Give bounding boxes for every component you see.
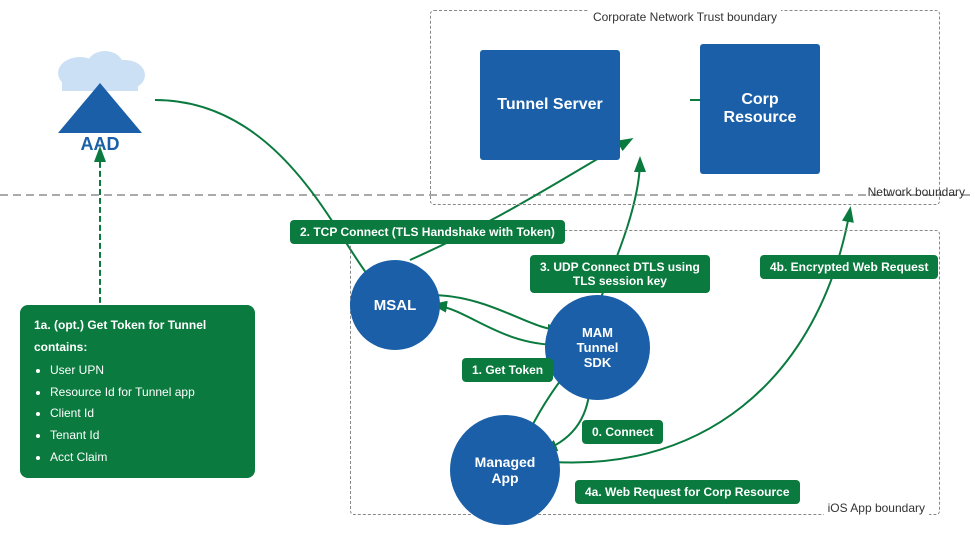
managed-app-circle: ManagedApp bbox=[450, 415, 560, 525]
network-boundary-label: Network boundary bbox=[868, 185, 965, 199]
info-box-item-1: User UPN bbox=[50, 360, 241, 382]
tunnel-server-box: Tunnel Server bbox=[480, 50, 620, 160]
corp-boundary-label: Corporate Network Trust boundary bbox=[589, 10, 781, 24]
info-box-list: User UPN Resource Id for Tunnel app Clie… bbox=[50, 360, 241, 468]
aad-node: AAD bbox=[30, 20, 170, 160]
aad-icon bbox=[40, 43, 160, 138]
ios-boundary-label: iOS App boundary bbox=[824, 501, 929, 515]
diagram: Corporate Network Trust boundary iOS App… bbox=[0, 0, 975, 548]
info-box: 1a. (opt.) Get Token for Tunnelcontains:… bbox=[20, 305, 255, 478]
step2-label: 2. TCP Connect (TLS Handshake with Token… bbox=[290, 220, 565, 244]
info-box-item-4: Tenant Id bbox=[50, 425, 241, 447]
info-box-item-2: Resource Id for Tunnel app bbox=[50, 382, 241, 404]
step3-label: 3. UDP Connect DTLS usingTLS session key bbox=[530, 255, 710, 293]
step0-label: 0. Connect bbox=[582, 420, 663, 444]
info-box-title: 1a. (opt.) Get Token for Tunnelcontains: bbox=[34, 315, 241, 358]
mam-tunnel-sdk-circle: MAM Tunnel SDK bbox=[545, 295, 650, 400]
info-box-item-5: Acct Claim bbox=[50, 447, 241, 469]
aad-label: AAD bbox=[81, 134, 120, 155]
step1-label: 1. Get Token bbox=[462, 358, 553, 382]
corp-resource-box: CorpResource bbox=[700, 44, 820, 174]
info-box-item-3: Client Id bbox=[50, 403, 241, 425]
step4b-label: 4b. Encrypted Web Request bbox=[760, 255, 938, 279]
msal-circle: MSAL bbox=[350, 260, 440, 350]
step4a-label: 4a. Web Request for Corp Resource bbox=[575, 480, 800, 504]
